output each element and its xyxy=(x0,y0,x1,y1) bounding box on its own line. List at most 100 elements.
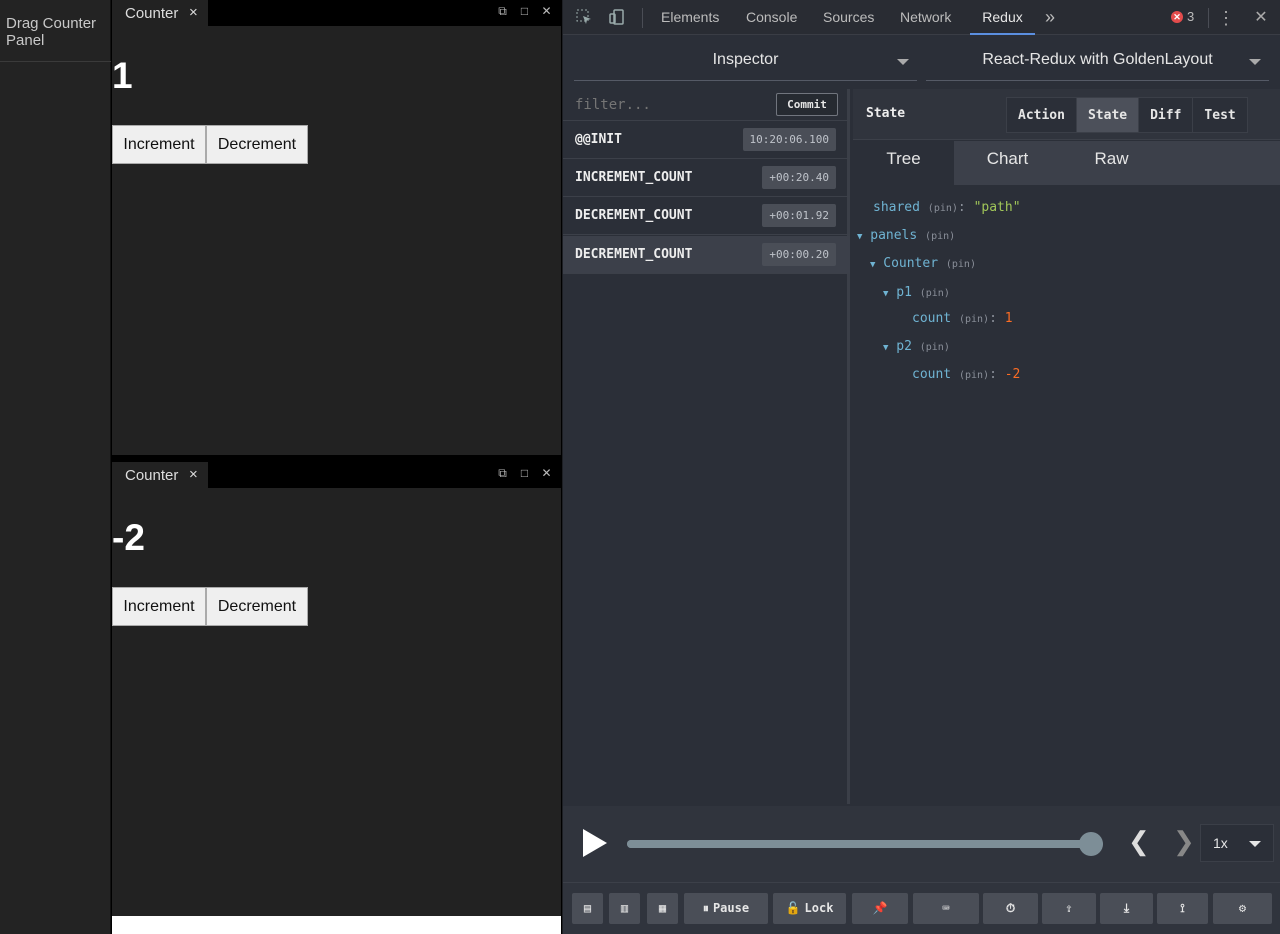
expand-arrow-icon[interactable]: ▼ xyxy=(883,343,888,353)
pin-label[interactable]: (pin) xyxy=(925,231,955,242)
pin-label[interactable]: (pin) xyxy=(959,370,989,381)
increment-button[interactable]: Increment xyxy=(112,125,206,164)
sidebar: Drag Counter Panel xyxy=(0,0,111,934)
counter-value: 1 xyxy=(112,55,133,96)
time-slider[interactable] xyxy=(627,832,1103,856)
lock-icon: 🔓 xyxy=(785,901,801,915)
panel-tab[interactable]: Counter × xyxy=(112,462,208,488)
tab-diff[interactable]: Diff xyxy=(1139,98,1194,132)
expand-arrow-icon[interactable]: ▼ xyxy=(883,289,888,299)
inspector-header: State Action State Diff Test xyxy=(853,89,1280,140)
menu-icon[interactable]: ⋮ xyxy=(1216,8,1236,28)
commit-button[interactable]: Commit xyxy=(776,93,838,116)
layout-bottom-icon[interactable]: ▦ xyxy=(647,893,678,924)
tree-node-p1[interactable]: ▼ p1 (pin) xyxy=(883,285,950,300)
decrement-button[interactable]: Decrement xyxy=(206,125,308,164)
popout-icon[interactable]: ⧉ xyxy=(496,4,509,18)
tree-node-p2-count[interactable]: count (pin): -2 xyxy=(912,367,1020,382)
maximize-icon[interactable]: □ xyxy=(518,466,531,480)
pause-button[interactable]: ⏸ Pause xyxy=(684,893,768,924)
keyboard-icon[interactable]: ⌨ xyxy=(913,893,979,924)
pin-label[interactable]: (pin) xyxy=(959,314,989,325)
drag-counter-panel-item[interactable]: Drag Counter Panel xyxy=(0,0,111,62)
panel-tab-label: Counter xyxy=(125,5,179,22)
tab-elements[interactable]: Elements xyxy=(661,0,719,35)
previous-icon[interactable]: ❮ xyxy=(1128,828,1150,854)
upload-icon[interactable]: ⇪ xyxy=(1042,893,1096,924)
pin-label[interactable]: (pin) xyxy=(946,259,976,270)
timer-off-icon[interactable]: ⏱ xyxy=(983,893,1038,924)
close-icon[interactable]: ✕ xyxy=(540,4,553,18)
tab-state[interactable]: State xyxy=(1076,98,1140,132)
expand-arrow-icon[interactable]: ▼ xyxy=(857,232,862,242)
tab-raw[interactable]: Raw xyxy=(1061,141,1162,185)
inspector-title: State xyxy=(866,106,906,121)
tree-node-counter[interactable]: ▼ Counter (pin) xyxy=(870,256,976,271)
slider-thumb[interactable] xyxy=(1079,832,1103,856)
speed-select[interactable]: 1x xyxy=(1200,824,1274,862)
lock-button[interactable]: 🔓 Lock xyxy=(773,893,846,924)
tree-node-panels[interactable]: ▼ panels (pin) xyxy=(857,228,955,243)
action-time: +00:00.20 xyxy=(762,243,836,266)
tab-chart[interactable]: Chart xyxy=(957,141,1058,185)
tree-node-shared[interactable]: shared (pin): "path" xyxy=(873,200,1021,215)
remote-icon[interactable]: ⟟ xyxy=(1157,893,1208,924)
chevron-down-icon xyxy=(897,59,909,65)
tree-node-p1-count[interactable]: count (pin): 1 xyxy=(912,311,1013,326)
error-count: 3 xyxy=(1187,9,1195,24)
error-counter[interactable]: ✕ 3 xyxy=(1171,9,1194,24)
filter-input[interactable] xyxy=(575,95,765,115)
panel-splitter[interactable] xyxy=(112,455,561,462)
action-name: INCREMENT_COUNT xyxy=(575,170,693,185)
tab-test[interactable]: Test xyxy=(1193,98,1247,132)
monitor-select[interactable]: Inspector xyxy=(574,44,917,81)
panel-tab-label: Counter xyxy=(125,467,179,484)
close-devtools-icon[interactable]: ✕ xyxy=(1251,8,1271,28)
inspector-pane: State Action State Diff Test Tree Chart … xyxy=(853,89,1280,804)
inspect-element-icon[interactable] xyxy=(574,8,594,28)
tree-value: -2 xyxy=(1004,367,1021,382)
tab-close-icon[interactable]: × xyxy=(189,5,203,21)
redux-header: Inspector React-Redux with GoldenLayout xyxy=(563,36,1280,88)
expand-arrow-icon[interactable]: ▼ xyxy=(870,260,875,270)
more-tabs-icon[interactable]: » xyxy=(1045,0,1055,35)
tab-action[interactable]: Action xyxy=(1007,98,1077,132)
increment-button[interactable]: Increment xyxy=(112,587,206,626)
tab-close-icon[interactable]: × xyxy=(189,467,203,483)
filter-row: Commit xyxy=(563,89,850,121)
tab-sources[interactable]: Sources xyxy=(823,0,874,35)
layout-left-icon[interactable]: ▤ xyxy=(572,893,603,924)
play-icon[interactable] xyxy=(583,829,607,857)
download-icon[interactable]: ⤓ xyxy=(1100,893,1153,924)
tree-key: shared xyxy=(873,200,920,215)
layout-right-icon[interactable]: ▥ xyxy=(609,893,640,924)
action-item[interactable]: DECREMENT_COUNT +00:01.92 xyxy=(563,197,850,235)
decrement-button[interactable]: Decrement xyxy=(206,587,308,626)
action-item[interactable]: @@INIT 10:20:06.100 xyxy=(563,121,850,159)
state-view-tabs: Tree Chart Raw xyxy=(853,141,1280,185)
pin-label[interactable]: (pin) xyxy=(920,288,950,299)
action-name: @@INIT xyxy=(575,132,622,147)
maximize-icon[interactable]: □ xyxy=(518,4,531,18)
tree-value: "path" xyxy=(973,200,1021,215)
tree-node-p2[interactable]: ▼ p2 (pin) xyxy=(883,339,950,354)
settings-icon[interactable]: ⚙ xyxy=(1213,893,1272,924)
instance-select[interactable]: React-Redux with GoldenLayout xyxy=(926,44,1269,81)
pin-label[interactable]: (pin) xyxy=(928,203,958,214)
action-item[interactable]: INCREMENT_COUNT +00:20.40 xyxy=(563,159,850,197)
popout-icon[interactable]: ⧉ xyxy=(496,466,509,480)
close-icon[interactable]: ✕ xyxy=(540,466,553,480)
tab-console[interactable]: Console xyxy=(746,0,797,35)
tab-network[interactable]: Network xyxy=(900,0,951,35)
panel-tab[interactable]: Counter × xyxy=(112,0,208,26)
view-mode-tabs: Action State Diff Test xyxy=(1006,97,1248,133)
tab-redux[interactable]: Redux xyxy=(970,0,1035,35)
tree-key: Counter xyxy=(883,256,939,271)
pin-label[interactable]: (pin) xyxy=(920,342,950,353)
pin-icon[interactable]: 📌 xyxy=(852,893,908,924)
next-icon[interactable]: ❯ xyxy=(1173,828,1195,854)
device-toolbar-icon[interactable] xyxy=(607,8,627,28)
instance-select-value: React-Redux with GoldenLayout xyxy=(982,51,1213,68)
action-item-selected[interactable]: DECREMENT_COUNT +00:00.20 xyxy=(563,236,850,274)
tab-tree[interactable]: Tree xyxy=(853,141,954,185)
